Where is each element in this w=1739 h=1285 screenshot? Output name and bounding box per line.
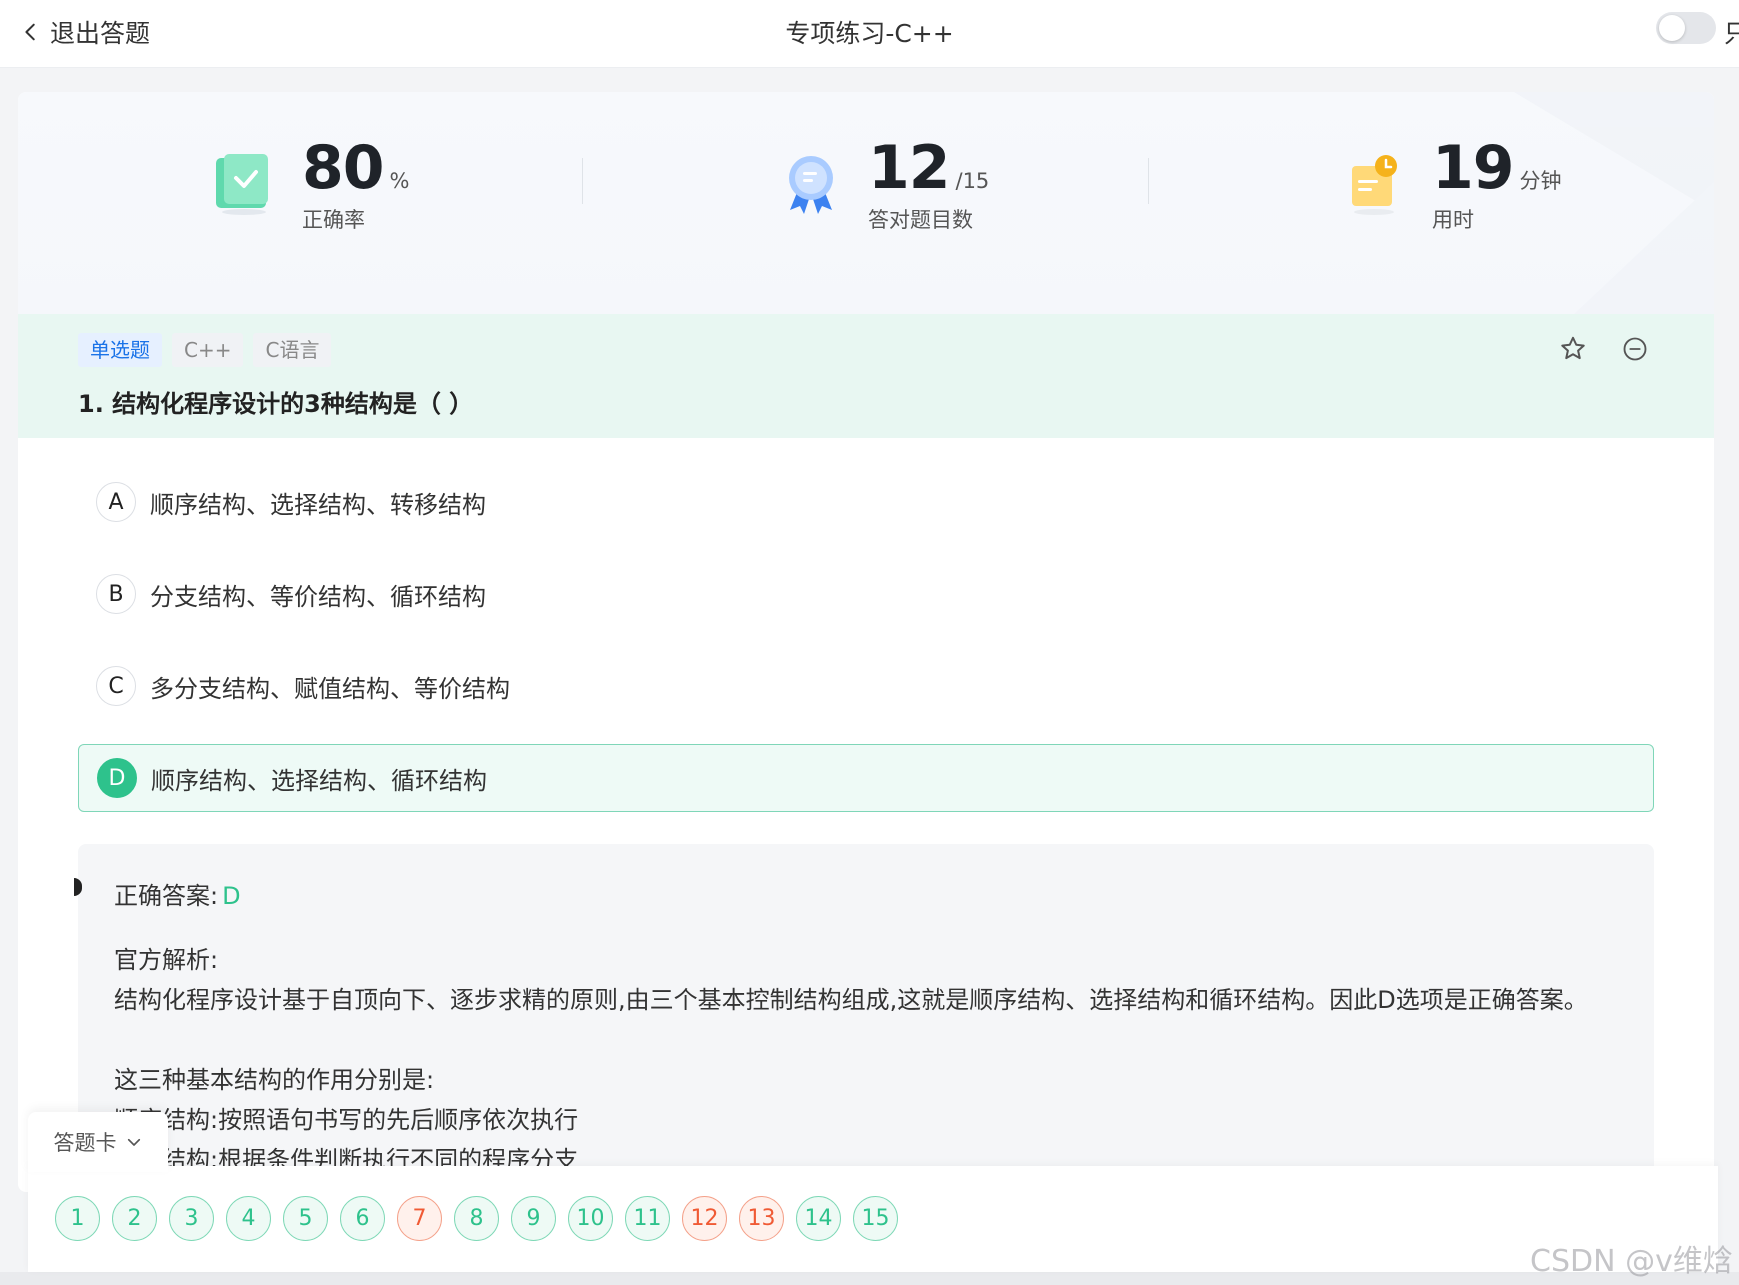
option-text: 顺序结构、选择结构、转移结构 [150,490,486,519]
stats-panel: 80% 正确率 12/15 答对题目数 19 分钟 用时 [18,92,1714,314]
option-letter: B [96,574,136,614]
toggle-knob [1659,15,1685,41]
correct-count-label: 答对题目数 [868,208,973,232]
answer-sheet-label: 答题卡 [53,1131,117,1155]
panel-edge-marker [74,878,82,896]
question-number-7[interactable]: 7 [397,1196,442,1241]
answer-sheet: 1 2 3 4 5 6 7 8 9 10 11 12 13 14 15 [28,1166,1718,1272]
question-number-10[interactable]: 10 [568,1196,613,1241]
watermark: CSDN @v维焓 [1530,1244,1733,1279]
view-mode-toggle[interactable] [1656,12,1716,44]
option-a[interactable]: A 顺序结构、选择结构、转移结构 [78,468,1654,536]
time-value: 19 [1432,133,1514,203]
question-number-8[interactable]: 8 [454,1196,499,1241]
option-b[interactable]: B 分支结构、等价结构、循环结构 [78,560,1654,628]
options-list: A 顺序结构、选择结构、转移结构 B 分支结构、等价结构、循环结构 C 多分支结… [18,438,1714,816]
question-number-6[interactable]: 6 [340,1196,385,1241]
question-number-5[interactable]: 5 [283,1196,328,1241]
answer-sheet-toggle[interactable]: 答题卡 [28,1112,168,1172]
question-number-11[interactable]: 11 [625,1196,670,1241]
option-letter: D [97,758,137,798]
option-letter: C [96,666,136,706]
analysis-text: 结构化程序设计基于自顶向下、逐步求精的原则,由三个基本控制结构组成,这就是顺序结… [114,980,1614,1180]
top-bar: 退出答题 专项练习-C++ 只 [0,0,1739,68]
remove-circle-icon[interactable] [1621,335,1649,363]
toggle-label: 只 [1724,19,1739,48]
correct-answer-value: D [222,882,241,910]
question-number-15[interactable]: 15 [853,1196,898,1241]
check-book-icon [216,154,268,215]
correct-count-total: /15 [955,169,990,193]
analysis-panel: 正确答案: D 官方解析: 结构化程序设计基于自顶向下、逐步求精的原则,由三个基本… [74,844,1654,1192]
tag-cpp: C++ [172,333,244,367]
question-number-9[interactable]: 9 [511,1196,556,1241]
correct-answer-label: 正确答案: [114,882,219,910]
option-text: 多分支结构、赋值结构、等价结构 [150,674,510,703]
accuracy-unit: % [389,169,410,193]
question-header: 单选题 C++ C语言 1. 结构化程序设计的3种结构是（ ） [18,314,1714,438]
chevron-down-icon [127,1138,140,1146]
option-text: 分支结构、等价结构、循环结构 [150,582,486,611]
question-number-2[interactable]: 2 [112,1196,157,1241]
clock-note-icon [1352,155,1397,215]
favorite-star-icon[interactable] [1558,334,1588,364]
time-label: 用时 [1432,208,1474,232]
option-text: 顺序结构、选择结构、循环结构 [151,766,487,795]
divider [582,158,583,204]
option-d-selected[interactable]: D 顺序结构、选择结构、循环结构 [78,744,1654,812]
question-tags: 单选题 C++ C语言 [78,333,332,367]
correct-answer: 正确答案: D [114,876,241,911]
question-title: 1. 结构化程序设计的3种结构是（ ） [78,390,474,418]
stat-accuracy: 80% 正确率 [210,136,409,234]
question-number-1[interactable]: 1 [55,1196,100,1241]
divider [1148,158,1149,204]
tag-question-type: 单选题 [78,333,162,367]
question-number-4[interactable]: 4 [226,1196,271,1241]
result-card: 80% 正确率 12/15 答对题目数 19 分钟 用时 单选题 C++ C语言… [18,92,1714,1192]
question-number-12[interactable]: 12 [682,1196,727,1241]
page-title: 专项练习-C++ [785,19,954,48]
accuracy-label: 正确率 [302,208,365,232]
question-number-13[interactable]: 13 [739,1196,784,1241]
question-number-list: 1 2 3 4 5 6 7 8 9 10 11 12 13 14 15 [55,1196,898,1241]
official-analysis-label: 官方解析: [114,946,219,974]
time-unit: 分钟 [1519,169,1562,193]
bottom-strip [0,1272,1739,1285]
tag-c-language: C语言 [253,333,332,367]
question-number-3[interactable]: 3 [169,1196,214,1241]
analysis-line: 结构化程序设计基于自顶向下、逐步求精的原则,由三个基本控制结构组成,这就是顺序结… [114,986,1588,1014]
question-number-14[interactable]: 14 [796,1196,841,1241]
analysis-line: 顺序结构:按照语句书写的先后顺序依次执行 [114,1106,579,1134]
stat-time-used: 19 分钟 用时 [1340,136,1562,234]
option-letter: A [96,482,136,522]
correct-count-value: 12 [868,133,950,203]
option-c[interactable]: C 多分支结构、赋值结构、等价结构 [78,652,1654,720]
analysis-line: 这三种基本结构的作用分别是: [114,1066,435,1094]
analysis-line [114,1020,1614,1060]
medal-icon [789,156,833,214]
stat-correct-count: 12/15 答对题目数 [776,136,989,234]
accuracy-value: 80 [302,133,384,203]
